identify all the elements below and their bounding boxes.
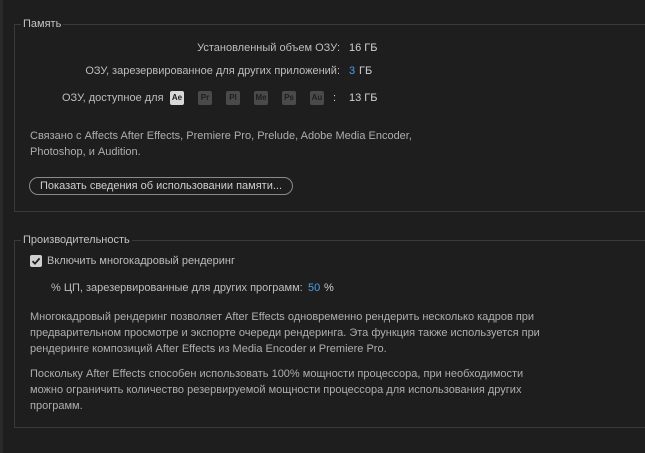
linked-apps-line-2: Photoshop, и Audition.	[30, 146, 141, 158]
multiframe-desc-line-3: рендеринге композиций After Effects из M…	[30, 343, 387, 355]
performance-group-title: Производительность	[21, 234, 132, 246]
cpu-desc-line-3: программ.	[30, 400, 83, 412]
multiframe-desc-line-2: предварительном просмотре и экспорте оче…	[30, 327, 540, 339]
multiframe-desc-line-1: Многокадровый рендеринг позволяет After …	[30, 311, 535, 323]
checkmark-icon	[31, 257, 41, 265]
after-effects-app-icon: Ae	[170, 91, 184, 105]
cpu-reserved-label: % ЦП, зарезервированные для других прогр…	[51, 282, 303, 294]
reserved-ram-label: ОЗУ, зарезервированное для других прилож…	[85, 65, 340, 77]
panel-left-edge	[0, 0, 3, 453]
installed-ram-label: Установленный объем ОЗУ:	[197, 42, 340, 54]
multiframe-description: Многокадровый рендеринг позволяет After …	[30, 309, 540, 357]
cpu-reserved-unit: %	[324, 282, 334, 294]
available-ram-separator: :	[333, 92, 337, 104]
premiere-pro-app-icon: Pr	[198, 91, 212, 105]
linked-apps-text: Связано с Affects After Effects, Premier…	[30, 128, 412, 160]
show-memory-usage-button[interactable]: Показать сведения об использовании памят…	[29, 177, 294, 195]
memory-group-title: Память	[21, 18, 64, 30]
available-ram-label: ОЗУ, доступное для	[62, 92, 164, 104]
installed-ram-value: 16 ГБ	[349, 42, 378, 54]
media-encoder-app-icon: Me	[254, 91, 268, 105]
linked-apps-line-1: Связано с Affects After Effects, Premier…	[30, 130, 412, 142]
multiframe-checkbox-label[interactable]: Включить многокадровый рендеринг	[47, 255, 235, 267]
reserved-ram-input[interactable]: 3	[349, 65, 355, 77]
cpu-description: Поскольку After Effects способен использ…	[30, 366, 523, 414]
photoshop-app-icon: Ps	[282, 91, 296, 105]
prelude-app-icon: Pl	[226, 91, 240, 105]
cpu-desc-line-1: Поскольку After Effects способен использ…	[30, 368, 524, 380]
reserved-ram-unit: ГБ	[359, 65, 373, 77]
multiframe-checkbox[interactable]	[30, 255, 42, 267]
audition-app-icon: Au	[310, 91, 324, 105]
available-ram-value: 13 ГБ	[349, 92, 378, 104]
cpu-desc-line-2: можно ограничить количество резервируемо…	[30, 384, 522, 396]
cpu-reserved-input[interactable]: 50	[308, 282, 320, 294]
